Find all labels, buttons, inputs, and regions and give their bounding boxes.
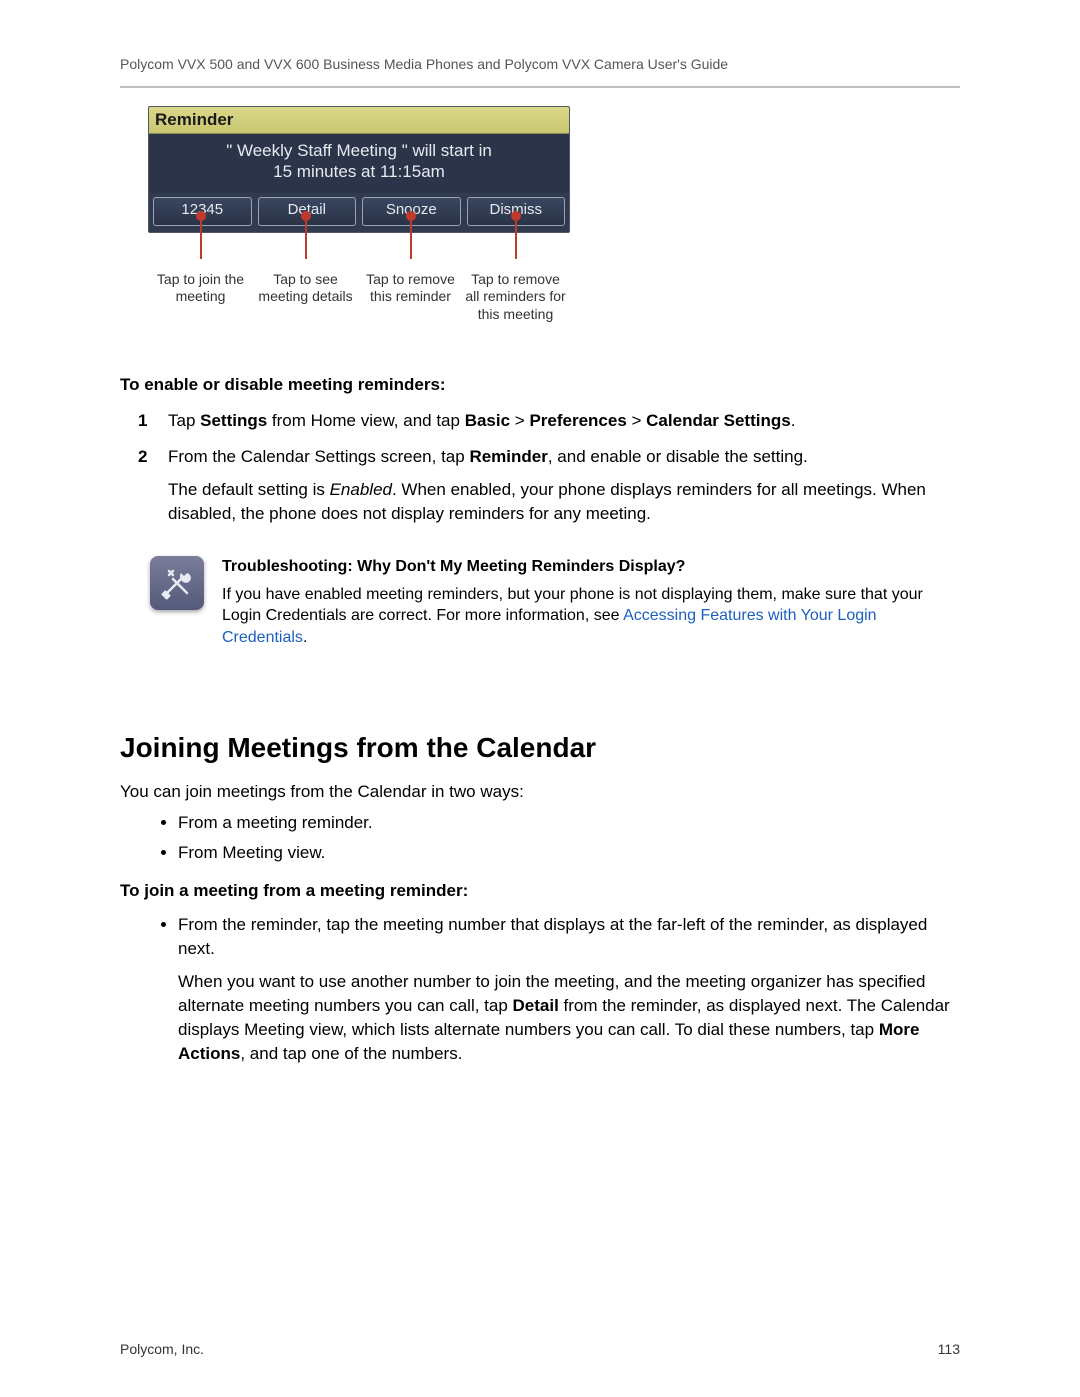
footer-page-number: 113: [938, 1341, 960, 1357]
callout-snooze: Tap to remove this reminder: [358, 237, 463, 324]
joining-heading: Joining Meetings from the Calendar: [120, 728, 960, 767]
join-extra-para: When you want to use another number to j…: [178, 970, 960, 1065]
callout-row: Tap to join the meeting Tap to see meeti…: [148, 237, 568, 324]
callout-marker-icon: [200, 219, 202, 259]
callout-label: Tap to remove all reminders for this mee…: [465, 271, 565, 322]
running-header: Polycom VVX 500 and VVX 600 Business Med…: [120, 56, 960, 72]
phone-window: Reminder " Weekly Staff Meeting " will s…: [148, 106, 570, 233]
troubleshooting-body-post: .: [303, 629, 307, 646]
troubleshooting-box: Troubleshooting: Why Don't My Meeting Re…: [150, 556, 960, 648]
step-2-text: From the Calendar Settings screen, tap R…: [168, 447, 808, 466]
step-2-extra: The default setting is Enabled. When ena…: [168, 478, 960, 526]
callout-dismiss: Tap to remove all reminders for this mee…: [463, 237, 568, 324]
join-step-text: From the reminder, tap the meeting numbe…: [178, 915, 927, 958]
page-footer: Polycom, Inc. 113: [120, 1341, 960, 1357]
join-steps-list: From the reminder, tap the meeting numbe…: [120, 913, 960, 1066]
callout-marker-icon: [410, 219, 412, 259]
callout-marker-icon: [515, 219, 517, 259]
step-1-text: Tap Settings from Home view, and tap Bas…: [168, 411, 795, 430]
troubleshooting-title: Troubleshooting: Why Don't My Meeting Re…: [222, 556, 960, 578]
reminder-title-bar: Reminder: [149, 107, 569, 134]
step-2: 2 From the Calendar Settings screen, tap…: [150, 445, 960, 526]
reminder-figure: Reminder " Weekly Staff Meeting " will s…: [148, 106, 568, 323]
list-item: From a meeting reminder.: [178, 811, 960, 835]
list-item: From Meeting view.: [178, 841, 960, 865]
troubleshooting-text: Troubleshooting: Why Don't My Meeting Re…: [222, 556, 960, 648]
tools-icon: [150, 556, 204, 610]
callout-label: Tap to see meeting details: [258, 271, 352, 305]
callout-marker-icon: [305, 219, 307, 259]
step-number: 2: [138, 445, 147, 469]
reminder-message: " Weekly Staff Meeting " will start in 1…: [149, 134, 569, 193]
callout-label: Tap to join the meeting: [157, 271, 244, 305]
enable-reminders-heading: To enable or disable meeting reminders:: [120, 373, 960, 397]
joining-ways-list: From a meeting reminder. From Meeting vi…: [120, 811, 960, 865]
join-from-reminder-heading: To join a meeting from a meeting reminde…: [120, 879, 960, 903]
callout-label: Tap to remove this reminder: [366, 271, 455, 305]
softkey-row: 12345 Detail Snooze Dismiss: [149, 193, 569, 232]
header-rule: [120, 86, 960, 88]
joining-intro: You can join meetings from the Calendar …: [120, 780, 960, 804]
callout-detail: Tap to see meeting details: [253, 237, 358, 324]
step-1: 1 Tap Settings from Home view, and tap B…: [150, 409, 960, 433]
callout-join: Tap to join the meeting: [148, 237, 253, 324]
step-number: 1: [138, 409, 147, 433]
footer-company: Polycom, Inc.: [120, 1341, 204, 1357]
enable-steps-list: 1 Tap Settings from Home view, and tap B…: [120, 409, 960, 526]
list-item: From the reminder, tap the meeting numbe…: [178, 913, 960, 1066]
